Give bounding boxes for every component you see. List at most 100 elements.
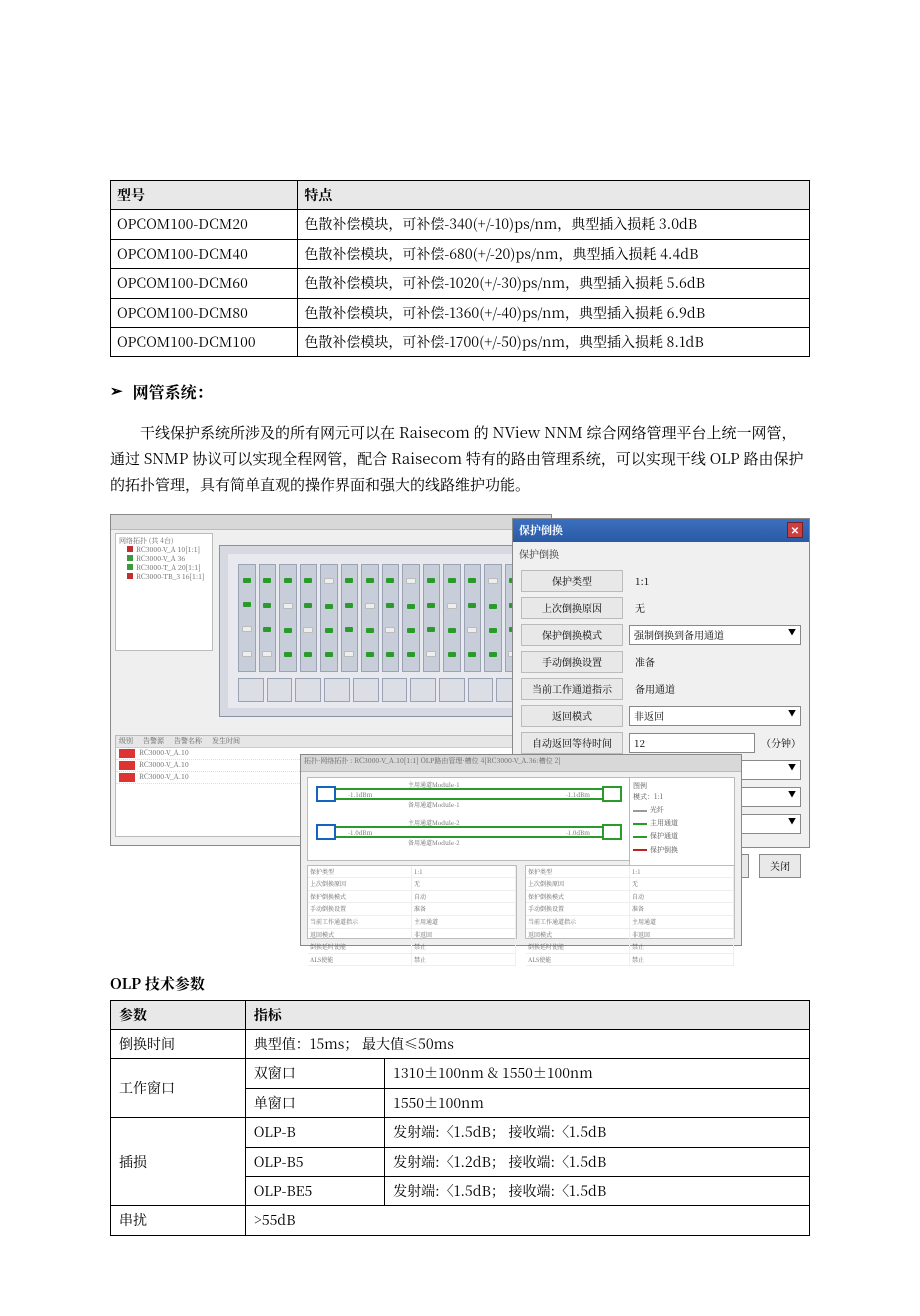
- slot[interactable]: [295, 678, 321, 702]
- field-label: 保护倒换模式: [521, 624, 623, 646]
- chassis-card[interactable]: [361, 564, 379, 672]
- chassis-card[interactable]: [464, 564, 482, 672]
- field-label: 保护类型: [521, 570, 623, 592]
- slot[interactable]: [410, 678, 436, 702]
- close-icon[interactable]: ✕: [787, 522, 803, 538]
- revert-mode-select[interactable]: 非返回▼: [629, 706, 801, 726]
- topology-legend: 图例 模式：1:1 光纤 主用通道 保护通道 保护倒换: [629, 777, 735, 867]
- topo-link: [336, 798, 602, 800]
- tree-node[interactable]: RC3000-TB_3 16[1:1]: [119, 573, 209, 582]
- dialog-row-revert-mode: 返回模式非返回▼: [521, 705, 801, 727]
- dialog-row-current-ch: 当前工作通道指示备用通道: [521, 678, 801, 700]
- dcm-model: OPCOM100-DCM40: [111, 239, 298, 268]
- select-value: 强制倒换到备用通道: [634, 627, 724, 643]
- legend-swatch: [633, 823, 647, 825]
- legend-label: 主用通道: [650, 818, 678, 829]
- chassis-card[interactable]: [320, 564, 338, 672]
- topo-metric: -1.1dBm: [566, 790, 590, 800]
- nms-section-heading: ➢ 网管系统：: [110, 379, 810, 405]
- olp-value: 发射端:〈1.5dB； 接收端:〈1.5dB: [385, 1118, 810, 1147]
- dcm-col-model: 型号: [111, 181, 298, 210]
- legend-header: 图例: [633, 781, 731, 792]
- chassis-card[interactable]: [402, 564, 420, 672]
- slot[interactable]: [324, 678, 350, 702]
- legend-swatch: [633, 836, 647, 838]
- olp-value: >55dB: [245, 1206, 809, 1235]
- dialog-titlebar: 保护倒换 ✕: [513, 519, 809, 543]
- dialog-row-protect-type: 保护类型 1:1: [521, 570, 801, 592]
- field-label: 手动倒换设置: [521, 651, 623, 673]
- olp-subparam: OLP-B5: [245, 1147, 384, 1176]
- wait-time-input[interactable]: 12: [629, 733, 755, 753]
- dialog-row-switch-mode: 保护倒换模式强制倒换到备用通道▼: [521, 624, 801, 646]
- window-tabbar: 拓扑·网络拓扑 : RC3000-V_A.10[1:1] OLP路由管理·槽位 …: [301, 755, 741, 772]
- dcm-col-desc: 特点: [298, 181, 810, 210]
- field-value: 备用通道: [629, 679, 801, 699]
- status-icon: [127, 564, 133, 570]
- close-button[interactable]: 关闭: [759, 854, 801, 878]
- field-value: 无: [629, 598, 801, 618]
- field-value: 1:1: [629, 571, 801, 591]
- topology-canvas: 主用通道Module-1 -1.1dBm -1.1dBm 备用通道Module-…: [307, 777, 631, 861]
- topo-link: [336, 826, 602, 828]
- chassis-card[interactable]: [484, 564, 502, 672]
- nms-paragraph: 干线保护系统所涉及的所有网元可以在 Raisecom 的 NView NNM 综…: [110, 420, 810, 499]
- olp-subparam: 双窗口: [245, 1059, 384, 1088]
- olp-spec-table: 参数 指标 倒换时间 典型值：15ms； 最大值≤50ms 工作窗口 双窗口 1…: [110, 1000, 810, 1236]
- chassis-inner: [228, 554, 532, 708]
- dcm-model: OPCOM100-DCM60: [111, 269, 298, 298]
- chassis-card[interactable]: [279, 564, 297, 672]
- chassis-card[interactable]: [341, 564, 359, 672]
- topo-metric: -1.1dBm: [348, 790, 372, 800]
- dcm-desc: 色散补偿模块，可补偿-1700(+/-50)ps/nm，典型插入损耗 8.1dB: [298, 327, 810, 356]
- olp-param: 插损: [111, 1118, 246, 1206]
- chevron-down-icon: ▼: [788, 708, 796, 724]
- chassis-card[interactable]: [423, 564, 441, 672]
- field-label: 自动返回等待时间: [521, 732, 623, 754]
- slot[interactable]: [267, 678, 293, 702]
- chassis-card[interactable]: [238, 564, 256, 672]
- topo-link-label: 备用通道Module-2: [408, 838, 460, 848]
- dialog-subtitle: 保护倒换: [513, 542, 809, 566]
- dcm-model: OPCOM100-DCM80: [111, 298, 298, 327]
- chassis-card[interactable]: [382, 564, 400, 672]
- topo-node[interactable]: [602, 786, 622, 802]
- olp-value: 典型值：15ms； 最大值≤50ms: [245, 1030, 809, 1059]
- slot[interactable]: [468, 678, 494, 702]
- olp-param: 工作窗口: [111, 1059, 246, 1118]
- slot[interactable]: [353, 678, 379, 702]
- topo-link-label: 备用通道Module-1: [408, 800, 460, 810]
- olp-subparam: OLP-B: [245, 1118, 384, 1147]
- status-icon: [127, 573, 133, 579]
- field-suffix: （分钟）: [761, 735, 801, 751]
- field-label: 当前工作通道指示: [521, 678, 623, 700]
- dialog-title-label: 保护倒换: [519, 522, 563, 540]
- window-titlebar: [111, 515, 551, 530]
- olp-subparam: OLP-BE5: [245, 1177, 384, 1206]
- slot[interactable]: [439, 678, 465, 702]
- dialog-row-last-reason: 上次倒换原因无: [521, 597, 801, 619]
- table-row: 串扰 >55dB: [111, 1206, 810, 1235]
- switch-mode-select[interactable]: 强制倒换到备用通道▼: [629, 625, 801, 645]
- legend-module: 模式：1:1: [633, 792, 731, 803]
- device-tree[interactable]: 网络拓扑 (共 4台) RC3000-V_A 10[1:1] RC3000-V_…: [115, 533, 213, 651]
- olp-value: 发射端:〈1.2dB； 接收端:〈1.5dB: [385, 1147, 810, 1176]
- triangle-bullet-icon: ➢: [110, 379, 123, 405]
- chassis-card[interactable]: [300, 564, 318, 672]
- slot-row: [238, 678, 522, 702]
- table-row: 插损 OLP-B 发射端:〈1.5dB； 接收端:〈1.5dB: [111, 1118, 810, 1147]
- topo-node[interactable]: [316, 786, 336, 802]
- topo-node[interactable]: [602, 824, 622, 840]
- slot[interactable]: [238, 678, 264, 702]
- table-row: OPCOM100-DCM80色散补偿模块，可补偿-1360(+/-40)ps/n…: [111, 298, 810, 327]
- field-label: 返回模式: [521, 705, 623, 727]
- legend-label: 保护倒换: [650, 845, 678, 856]
- slot[interactable]: [382, 678, 408, 702]
- chassis-card[interactable]: [443, 564, 461, 672]
- card-row: [238, 564, 522, 672]
- olp-route-window: 拓扑·网络拓扑 : RC3000-V_A.10[1:1] OLP路由管理·槽位 …: [300, 754, 742, 946]
- chassis-card[interactable]: [259, 564, 277, 672]
- topo-node[interactable]: [316, 824, 336, 840]
- olp-spec-heading: OLP 技术参数: [110, 972, 810, 996]
- olp-col-value: 指标: [245, 1000, 809, 1029]
